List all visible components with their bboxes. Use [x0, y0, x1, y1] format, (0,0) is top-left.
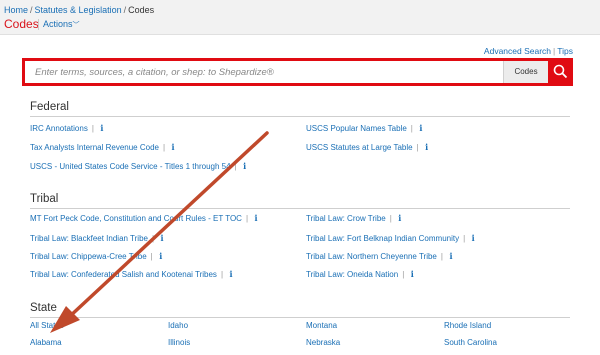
code-link[interactable]: USCS Statutes at Large Table	[306, 143, 413, 152]
federal-item: USCS - United States Code Service - Titl…	[30, 161, 249, 171]
state-link-all-states[interactable]: All States	[30, 321, 64, 330]
federal-item: USCS Popular Names Table | i	[306, 123, 425, 133]
tribal-item: Tribal Law: Northern Cheyenne Tribe | i	[306, 251, 455, 261]
state-heading: State	[30, 302, 570, 318]
search-input[interactable]	[25, 61, 503, 83]
separator: |	[440, 251, 443, 261]
state-item: Rhode Island	[444, 321, 491, 330]
code-link[interactable]: USCS Popular Names Table	[306, 124, 407, 133]
separator: |	[91, 123, 94, 133]
separator: |	[151, 233, 155, 243]
info-icon[interactable]: i	[447, 251, 455, 261]
federal-item: USCS Statutes at Large Table | i	[306, 142, 431, 152]
page-title: Codes	[4, 17, 39, 31]
info-icon[interactable]: i	[98, 123, 106, 133]
federal-item: Tax Analysts Internal Revenue Code | i	[30, 142, 177, 152]
breadcrumb-statutes[interactable]: Statutes & Legislation	[35, 5, 122, 15]
code-link[interactable]: Tribal Law: Oneida Nation	[306, 270, 398, 279]
info-icon[interactable]: i	[417, 123, 425, 133]
info-icon[interactable]: i	[396, 213, 404, 223]
tribal-item: Tribal Law: Confederated Salish and Koot…	[30, 269, 235, 279]
link-separator: |	[553, 46, 556, 56]
search-scope-select[interactable]: Codes	[503, 61, 548, 83]
actions-label: Actions	[43, 19, 73, 29]
state-item: Idaho	[168, 321, 188, 330]
search-button[interactable]	[548, 61, 573, 83]
code-link[interactable]: USCS - United States Code Service - Titl…	[30, 162, 231, 171]
breadcrumb: Home / Statutes & Legislation / Codes	[4, 5, 154, 15]
separator: |	[463, 233, 466, 243]
state-link[interactable]: Montana	[306, 321, 337, 330]
state-link[interactable]: Illinois	[168, 338, 190, 347]
state-item: South Carolina	[444, 338, 497, 347]
breadcrumb-home[interactable]: Home	[4, 5, 28, 15]
search-box: Codes	[22, 58, 573, 86]
code-link[interactable]: Tribal Law: Blackfeet Indian Tribe	[30, 234, 148, 243]
tribal-item: MT Fort Peck Code, Constitution and Cour…	[30, 213, 260, 223]
tribal-section: Tribal MT Fort Peck Code, Constitution a…	[30, 193, 570, 288]
chevron-down-icon: ﹀	[72, 22, 80, 29]
advanced-search-link[interactable]: Advanced Search	[484, 46, 551, 56]
federal-item: IRC Annotations | i	[30, 123, 106, 133]
info-icon[interactable]: i	[408, 269, 416, 279]
search-icon	[553, 64, 568, 79]
federal-heading: Federal	[30, 101, 570, 117]
actions-menu[interactable]: Actions﹀	[38, 19, 80, 30]
separator: |	[389, 213, 392, 223]
state-link[interactable]: Rhode Island	[444, 321, 491, 330]
state-item: Montana	[306, 321, 337, 330]
code-link[interactable]: Tribal Law: Confederated Salish and Koot…	[30, 270, 217, 279]
state-link[interactable]: Idaho	[168, 321, 188, 330]
state-section: State All States Alabama Idaho Illinois …	[30, 302, 570, 355]
info-icon[interactable]: i	[157, 251, 165, 261]
tips-link[interactable]: Tips	[557, 46, 573, 56]
top-bar: Home / Statutes & Legislation / Codes Codes …	[0, 0, 600, 35]
breadcrumb-current: Codes	[128, 5, 155, 15]
separator: |	[402, 269, 405, 279]
separator: |	[410, 123, 413, 133]
info-icon[interactable]: i	[423, 142, 431, 152]
code-link[interactable]: MT Fort Peck Code, Constitution and Cour…	[30, 214, 242, 223]
tribal-item: Tribal Law: Chippewa-Cree Tribe | i	[30, 251, 165, 261]
info-icon[interactable]: i	[169, 142, 177, 152]
code-link[interactable]: Tribal Law: Chippewa-Cree Tribe	[30, 252, 147, 261]
info-icon[interactable]: i	[469, 233, 477, 243]
state-link[interactable]: South Carolina	[444, 338, 497, 347]
tribal-item: Tribal Law: Blackfeet Indian Tribe | i	[30, 233, 166, 243]
state-link[interactable]: Nebraska	[306, 338, 340, 347]
info-icon[interactable]: i	[252, 213, 260, 223]
separator: |	[220, 269, 224, 279]
state-item: Nebraska	[306, 338, 340, 347]
info-icon[interactable]: i	[158, 233, 166, 243]
separator: |	[234, 161, 237, 171]
code-link[interactable]: Tribal Law: Northern Cheyenne Tribe	[306, 252, 437, 261]
separator: |	[162, 142, 166, 152]
state-link[interactable]: Alabama	[30, 338, 62, 347]
code-link[interactable]: IRC Annotations	[30, 124, 88, 133]
code-link[interactable]: Tribal Law: Fort Belknap Indian Communit…	[306, 234, 459, 243]
state-item: Alabama	[30, 338, 62, 347]
breadcrumb-separator: /	[123, 5, 127, 15]
tribal-heading: Tribal	[30, 193, 570, 209]
tribal-item: Tribal Law: Fort Belknap Indian Communit…	[306, 233, 477, 243]
separator: |	[150, 251, 153, 261]
tribal-item: Tribal Law: Crow Tribe | i	[306, 213, 404, 223]
info-icon[interactable]: i	[241, 161, 249, 171]
separator: |	[416, 142, 419, 152]
federal-section: Federal IRC Annotations | i Tax Analysts I…	[30, 101, 570, 191]
state-item: Illinois	[168, 338, 190, 347]
separator: |	[245, 213, 249, 223]
tribal-item: Tribal Law: Oneida Nation | i	[306, 269, 416, 279]
code-link[interactable]: Tax Analysts Internal Revenue Code	[30, 143, 159, 152]
search-links: Advanced Search | Tips	[484, 46, 573, 56]
info-icon[interactable]: i	[227, 269, 235, 279]
breadcrumb-separator: /	[30, 5, 33, 15]
code-link[interactable]: Tribal Law: Crow Tribe	[306, 214, 386, 223]
state-item: All States	[30, 321, 64, 330]
